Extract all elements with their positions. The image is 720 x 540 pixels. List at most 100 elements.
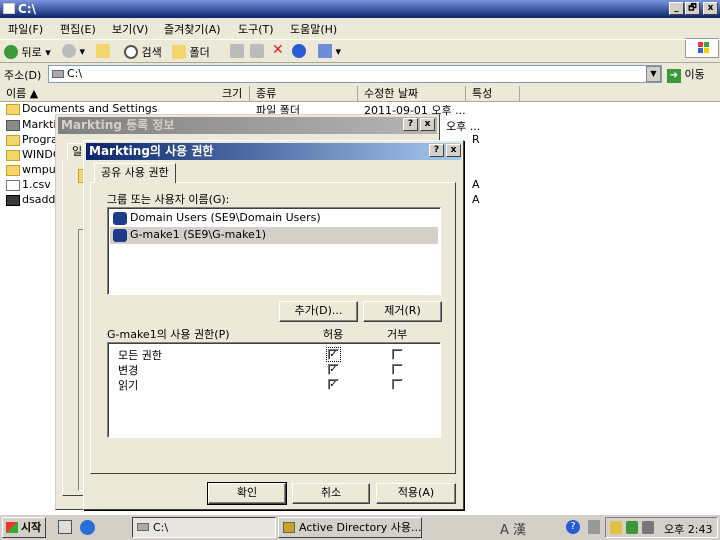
column-header-date[interactable]: 수정한 날짜 — [358, 86, 466, 102]
remove-button[interactable]: 제거(R) — [363, 301, 442, 322]
menu-bar: 파일(F) 편집(E) 보기(V) 즐겨찾기(A) 도구(T) 도움말(H) — [0, 18, 720, 58]
address-value: C:\ — [67, 67, 83, 80]
drive-icon — [52, 70, 64, 78]
allow-checkbox[interactable]: ✓ — [326, 347, 341, 362]
permissions-dialog-titlebar: Markting의 사용 권한 — [86, 143, 461, 160]
internet-explorer-icon[interactable] — [80, 520, 95, 535]
up-folder-button[interactable] — [96, 44, 110, 58]
folders-button[interactable]: 폴더 — [172, 44, 210, 60]
move-to-icon — [230, 44, 244, 58]
folder-icon — [6, 165, 20, 176]
share-permissions-panel: 그룹 또는 사용자 이름(G): Domain Users (SE9\Domai… — [90, 182, 456, 474]
user-icon — [113, 229, 127, 242]
exe-file-icon — [6, 195, 20, 206]
security-shield-icon[interactable] — [610, 521, 622, 534]
copy-to-button[interactable] — [250, 44, 264, 58]
undo-button[interactable] — [292, 44, 306, 58]
menu-tools[interactable]: 도구(T) — [238, 21, 274, 37]
deny-checkbox[interactable] — [392, 349, 403, 360]
restore-button[interactable]: 🗗 — [685, 2, 700, 15]
help-icon[interactable]: ? — [566, 520, 580, 534]
show-desktop-icon[interactable] — [58, 520, 72, 534]
drive-icon — [137, 523, 149, 531]
user-list[interactable]: Domain Users (SE9\Domain Users) G-make1 … — [107, 207, 441, 295]
column-header-attributes[interactable]: 특성 — [466, 86, 520, 102]
permissions-list: 모든 권한 ✓ 변경 ✓ 읽기 ✓ — [107, 342, 441, 438]
delete-button[interactable]: ✕ — [272, 42, 284, 58]
search-button[interactable]: 검색 — [124, 44, 162, 60]
go-label: 이동 — [684, 68, 705, 81]
folder-icon — [3, 3, 15, 14]
permission-name: 읽기 — [118, 379, 139, 392]
volume-icon[interactable] — [642, 521, 654, 534]
window-titlebar: C:\ _ 🗗 x — [0, 0, 720, 18]
permissions-dialog-title: Markting의 사용 권한 — [89, 144, 214, 158]
back-arrow-icon — [4, 45, 18, 59]
clock: 오후 2:43 — [664, 523, 713, 536]
folder-icon — [6, 150, 20, 161]
language-bar-icon[interactable] — [588, 520, 600, 534]
menu-favorites[interactable]: 즐겨찾기(A) — [164, 21, 221, 37]
close-button[interactable]: x — [446, 144, 461, 157]
help-button[interactable]: ? — [403, 118, 418, 131]
apply-button[interactable]: 적용(A) — [376, 483, 456, 504]
ok-button[interactable]: 확인 — [207, 482, 287, 505]
folders-label: 폴더 — [189, 46, 210, 59]
file-attributes: A — [472, 193, 480, 206]
file-name: Markti — [22, 118, 57, 131]
go-button[interactable]: ➜ 이동 — [667, 66, 705, 83]
allow-checkbox[interactable]: ✓ — [328, 364, 339, 375]
back-button[interactable]: 뒤로 ▾ — [4, 44, 51, 60]
group-icon — [113, 212, 127, 225]
up-folder-icon — [96, 44, 110, 58]
list-item[interactable]: Domain Users (SE9\Domain Users) — [110, 210, 438, 227]
deny-checkbox[interactable] — [392, 364, 403, 375]
windows-flag-icon — [6, 522, 18, 533]
allow-checkbox[interactable]: ✓ — [328, 379, 339, 390]
file-name: wmpul — [22, 163, 59, 176]
address-input[interactable]: C:\ ▼ — [48, 65, 662, 83]
column-header-name[interactable]: 이름 ▲ — [0, 86, 250, 102]
views-button[interactable]: ▾ — [318, 44, 341, 58]
group-label: 그룹 또는 사용자 이름(G): — [107, 193, 230, 206]
user-name: G-make1 (SE9\G-make1) — [130, 228, 267, 241]
menu-view[interactable]: 보기(V) — [112, 21, 148, 37]
taskbar-item-active-directory[interactable]: Active Directory 사용... — [278, 517, 422, 538]
permission-name: 모든 권한 — [118, 349, 162, 362]
help-button[interactable]: ? — [429, 144, 444, 157]
taskbar-item-explorer[interactable]: C:\ — [132, 517, 276, 538]
copy-to-icon — [250, 44, 264, 58]
go-arrow-icon: ➜ — [667, 69, 681, 83]
toolbar: 뒤로 ▾ ▾ 검색 폴더 ✕ ▾ — [0, 39, 720, 63]
move-to-button[interactable] — [230, 44, 244, 58]
start-label: 시작 — [21, 521, 42, 534]
file-name: dsadd — [22, 193, 56, 206]
window-title: C:\ — [18, 2, 36, 16]
network-icon[interactable] — [626, 521, 638, 534]
ime-indicator[interactable]: A 漢 — [500, 519, 526, 538]
close-button[interactable]: x — [703, 2, 718, 15]
forward-button[interactable]: ▾ — [62, 44, 85, 58]
menu-help[interactable]: 도움말(H) — [290, 21, 337, 37]
deny-checkbox[interactable] — [392, 379, 403, 390]
column-header-size[interactable]: 크기 — [220, 86, 250, 102]
list-item[interactable]: G-make1 (SE9\G-make1) — [110, 227, 438, 244]
cancel-button[interactable]: 취소 — [292, 483, 370, 504]
menu-file[interactable]: 파일(F) — [8, 21, 43, 37]
add-button[interactable]: 추가(D)... — [279, 301, 358, 322]
allow-header: 허용 — [323, 328, 344, 341]
start-button[interactable]: 시작 — [2, 517, 46, 538]
tab-share-permissions[interactable]: 공유 사용 권한 — [94, 163, 176, 183]
permissions-label: G-make1의 사용 권한(P) — [107, 328, 230, 341]
close-button[interactable]: x — [420, 118, 435, 131]
system-tray: 오후 2:43 — [605, 517, 718, 538]
address-dropdown-button[interactable]: ▼ — [646, 66, 661, 82]
address-label: 주소(D) — [4, 69, 42, 82]
menu-edit[interactable]: 편집(E) — [60, 21, 96, 37]
column-header-type[interactable]: 종류 — [250, 86, 358, 102]
file-date: 오후 ... — [446, 120, 481, 133]
taskbar-item-label: Active Directory 사용... — [299, 521, 422, 534]
column-header-filler — [520, 86, 720, 102]
minimize-button[interactable]: _ — [669, 2, 684, 15]
file-name: 1.csv — [22, 178, 51, 191]
